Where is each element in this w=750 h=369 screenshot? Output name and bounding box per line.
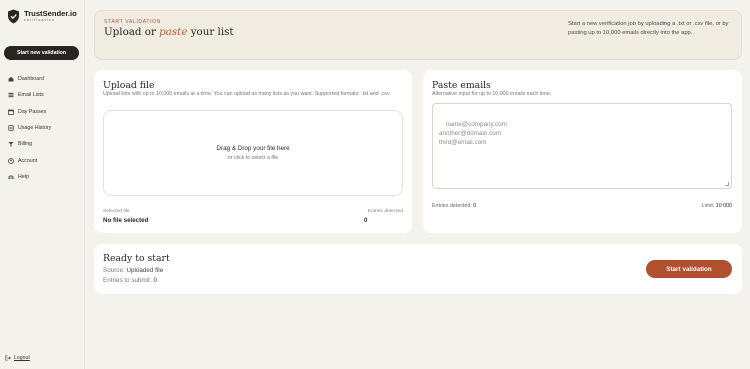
paste-limit: Limit: 10 000	[702, 203, 732, 209]
limit-value: 10 000	[715, 203, 732, 209]
sidebar-nav: Dashboard Email Lists Day Passes Usage H…	[8, 71, 51, 185]
card-title: Paste emails	[432, 80, 491, 91]
upload-file-card: Upload file Upload lists with up to 10,0…	[94, 70, 412, 233]
account-icon	[8, 157, 14, 164]
sidebar-item-label: Email Lists	[18, 92, 44, 99]
page-title: Upload or paste your list	[104, 26, 234, 38]
title-part: Upload or	[104, 26, 160, 38]
entries-label: Entries to submit:	[103, 277, 154, 284]
limit-label: Limit:	[701, 203, 716, 209]
logout-label: Logout	[14, 355, 30, 361]
start-validation-header: START VALIDATION Upload or paste your li…	[94, 10, 742, 60]
card-subtitle: Alternative input for up to 10,000 email…	[432, 91, 552, 97]
sidebar-item-email-lists[interactable]: Email Lists	[8, 87, 51, 103]
sidebar-item-label: Account	[18, 157, 38, 164]
source-label: Source:	[103, 267, 127, 274]
ready-to-start-card: Ready to start Source: Uploaded file Ent…	[94, 244, 742, 294]
entries-label: Entries detected:	[432, 203, 474, 209]
paste-entries-detected: Entries detected: 0	[432, 203, 476, 209]
dropzone-title: Drag & Drop your file here	[216, 145, 290, 152]
sidebar-item-label: Dashboard	[18, 76, 44, 83]
help-icon	[8, 174, 14, 180]
sidebar-item-label: Help	[18, 173, 29, 180]
card-title: Upload file	[103, 80, 155, 91]
sidebar-item-dashboard[interactable]: Dashboard	[8, 71, 51, 87]
sidebar-item-help[interactable]: Help	[8, 169, 51, 185]
entries-to-submit-line: Entries to submit: 0	[103, 277, 157, 284]
sidebar-item-label: Day Passes	[18, 108, 47, 115]
calendar-icon	[8, 109, 14, 115]
logout-link[interactable]: Logout	[5, 355, 30, 361]
shield-check-icon	[7, 9, 20, 24]
dropzone-subtitle: or click to select a file	[227, 155, 279, 161]
entries-value: 0	[473, 203, 477, 209]
entries-detected-label: Entries detected	[367, 209, 403, 214]
source-line: Source: Uploaded file	[103, 267, 163, 274]
brand-name: TrustSender.io	[24, 9, 77, 18]
sidebar-item-billing[interactable]: Billing	[8, 136, 51, 152]
list-icon	[8, 92, 14, 98]
title-emphasis: paste	[159, 26, 188, 38]
sidebar-item-label: Billing	[18, 141, 33, 148]
start-new-validation-button[interactable]: Start new validation	[4, 46, 79, 60]
brand-logo[interactable]: TrustSender.io verification	[7, 9, 77, 24]
sidebar: TrustSender.io verification Start new va…	[0, 0, 85, 369]
file-dropzone[interactable]: Drag & Drop your file here or click to s…	[103, 110, 403, 196]
card-subtitle: Upload lists with up to 10,000 emails at…	[103, 91, 391, 97]
selected-file-label: Selected file	[103, 209, 130, 214]
sidebar-item-usage-history[interactable]: Usage History	[8, 120, 51, 136]
textarea-placeholder: name@company.com another@domain.com thir…	[439, 121, 507, 146]
billing-icon	[8, 141, 14, 147]
eyebrow-label: START VALIDATION	[104, 19, 161, 25]
card-title: Ready to start	[103, 253, 170, 264]
paste-emails-card: Paste emails Alternative input for up to…	[423, 70, 742, 233]
selected-file-value: No file selected	[103, 217, 149, 224]
sidebar-item-day-passes[interactable]: Day Passes	[8, 104, 51, 120]
history-icon	[8, 125, 14, 131]
entries-value: 0	[153, 277, 157, 284]
title-part: your list	[187, 26, 234, 38]
home-icon	[8, 76, 14, 82]
entries-detected-value: 0	[364, 217, 368, 224]
start-validation-button[interactable]: Start validation	[646, 260, 732, 278]
sidebar-item-label: Usage History	[18, 125, 52, 132]
resize-handle-icon[interactable]	[725, 182, 729, 186]
source-value: Uploaded file	[126, 267, 164, 274]
emails-textarea[interactable]: name@company.com another@domain.com thir…	[432, 103, 732, 189]
logout-icon	[5, 355, 11, 361]
sidebar-item-account[interactable]: Account	[8, 152, 51, 168]
brand-tagline: verification	[24, 18, 55, 22]
page-description: Start a new verification job by uploadin…	[568, 21, 729, 36]
